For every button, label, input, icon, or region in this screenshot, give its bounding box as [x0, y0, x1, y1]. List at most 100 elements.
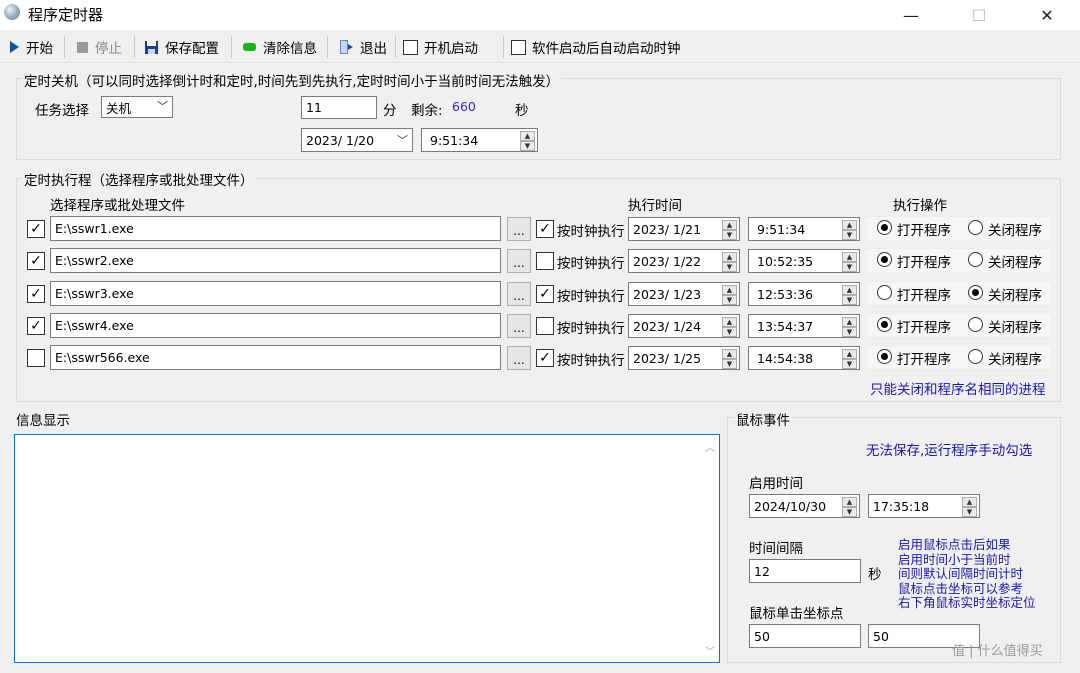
date-spinner[interactable]: ▲ ▼: [842, 497, 857, 517]
by-clock-checkbox[interactable]: ✓: [536, 285, 554, 303]
vertical-scrollbar[interactable]: ︿ ﹀: [704, 437, 718, 660]
program-path-input[interactable]: E:\sswr3.exe: [50, 281, 501, 306]
date-spinner[interactable]: ▲ ▼: [722, 317, 737, 337]
row-date-input[interactable]: 2023/ 1/21 ▲ ▼: [628, 217, 740, 241]
by-clock-label: 按时钟执行: [557, 289, 625, 305]
time-spinner[interactable]: ▲ ▼: [520, 131, 535, 151]
start-button[interactable]: 开始: [8, 37, 53, 57]
coord-x-input[interactable]: 50: [749, 624, 861, 648]
clear-green-icon: [243, 43, 256, 51]
open-program-label: 打开程序: [897, 352, 951, 368]
row-time-input[interactable]: 10:52:35 ▲ ▼: [748, 249, 860, 273]
countdown-minutes-input[interactable]: 11: [301, 96, 377, 119]
close-program-radio[interactable]: [968, 317, 983, 332]
close-program-radio[interactable]: [968, 252, 983, 267]
stop-button[interactable]: 停止: [76, 37, 122, 57]
browse-button[interactable]: ...: [507, 346, 531, 370]
shutdown-time-input[interactable]: 9:51:34 ▲ ▼: [421, 128, 538, 152]
browse-button[interactable]: ...: [507, 282, 531, 306]
toolbar-separator: [231, 36, 232, 58]
save-config-button[interactable]: 保存配置: [144, 37, 219, 57]
time-spinner[interactable]: ▲ ▼: [842, 349, 857, 369]
by-clock-checkbox[interactable]: ✓: [536, 349, 554, 367]
time-spinner[interactable]: ▲ ▼: [842, 252, 857, 272]
save-disk-icon: [145, 40, 158, 54]
browse-button[interactable]: ...: [507, 314, 531, 338]
close-window-button[interactable]: ✕: [1024, 0, 1070, 30]
row-date-input[interactable]: 2023/ 1/23 ▲ ▼: [628, 282, 740, 306]
auto-timer-toggle[interactable]: 软件启动后自动启动时钟: [511, 37, 681, 57]
file-column-header: 选择程序或批处理文件: [50, 198, 185, 214]
by-clock-checkbox[interactable]: [536, 317, 554, 335]
clear-info-button[interactable]: 清除信息: [242, 37, 317, 57]
row-time-input[interactable]: 9:51:34 ▲ ▼: [748, 217, 860, 241]
open-program-radio[interactable]: [877, 220, 892, 235]
shutdown-legend: 定时关机（可以同时选择倒计时和定时,时间先到先执行,定时时间小于当前时间无法触发…: [22, 70, 562, 90]
toolbar-separator: [64, 36, 65, 58]
minimize-button[interactable]: —: [888, 0, 934, 30]
date-spinner[interactable]: ▲ ▼: [722, 220, 737, 240]
browse-button[interactable]: ...: [507, 249, 531, 273]
boot-start-checkbox[interactable]: [403, 39, 418, 55]
by-clock-label: 按时钟执行: [557, 256, 625, 272]
by-clock-checkbox[interactable]: [536, 252, 554, 270]
open-program-radio[interactable]: [877, 285, 892, 300]
row-enable-checkbox[interactable]: ✓: [27, 220, 45, 238]
row-date-input[interactable]: 2023/ 1/25 ▲ ▼: [628, 346, 740, 370]
mouse-event-legend: 鼠标事件: [734, 409, 792, 429]
window-title: 程序定时器: [28, 6, 104, 24]
app-icon: [4, 4, 20, 20]
program-path-input[interactable]: E:\sswr4.exe: [50, 313, 501, 338]
exit-button[interactable]: 退出: [338, 37, 387, 57]
time-spinner[interactable]: ▲ ▼: [842, 220, 857, 240]
close-program-radio[interactable]: [968, 349, 983, 364]
task-select-dropdown[interactable]: 关机 ﹀: [101, 96, 173, 118]
browse-button[interactable]: ...: [507, 217, 531, 241]
row-date-input[interactable]: 2023/ 1/24 ▲ ▼: [628, 314, 740, 338]
start-time-label: 启用时间: [749, 476, 803, 492]
program-path-input[interactable]: E:\sswr1.exe: [50, 216, 501, 241]
maximize-button[interactable]: ☐: [956, 0, 1002, 30]
close-program-label: 关闭程序: [988, 255, 1042, 271]
date-spinner[interactable]: ▲ ▼: [722, 285, 737, 305]
by-clock-label: 按时钟执行: [557, 224, 625, 240]
mouse-start-date-input[interactable]: 2024/10/30 ▲ ▼: [749, 494, 860, 518]
row-enable-checkbox[interactable]: ✓: [27, 252, 45, 270]
mouse-start-time-input[interactable]: 17:35:18 ▲ ▼: [868, 494, 980, 518]
interval-input[interactable]: 12: [749, 559, 861, 583]
program-path-input[interactable]: E:\sswr566.exe: [50, 345, 501, 370]
row-date-input[interactable]: 2023/ 1/22 ▲ ▼: [628, 249, 740, 273]
by-clock-checkbox[interactable]: ✓: [536, 220, 554, 238]
close-program-label: 关闭程序: [988, 352, 1042, 368]
program-path-input[interactable]: E:\sswr2.exe: [50, 248, 501, 273]
auto-timer-checkbox[interactable]: [511, 39, 526, 55]
row-time-input[interactable]: 12:53:36 ▲ ▼: [748, 282, 860, 306]
time-spinner[interactable]: ▲ ▼: [842, 317, 857, 337]
row-enable-checkbox[interactable]: ✓: [27, 317, 45, 335]
date-spinner[interactable]: ▲ ▼: [722, 252, 737, 272]
close-program-radio[interactable]: [968, 285, 983, 300]
open-program-radio[interactable]: [877, 317, 892, 332]
mouse-help-text: 启用鼠标点击后如果 启用时间小于当前时 间则默认间隔时间计时 鼠标点击坐标可以参…: [898, 537, 1036, 610]
mouse-save-note: 无法保存,运行程序手动勾选: [866, 443, 1033, 459]
shutdown-date-picker[interactable]: 2023/ 1/20 ﹀: [301, 128, 413, 152]
time-spinner[interactable]: ▲ ▼: [962, 497, 977, 517]
row-enable-checkbox[interactable]: ✓: [27, 285, 45, 303]
date-spinner[interactable]: ▲ ▼: [722, 349, 737, 369]
scroll-down-icon[interactable]: ﹀: [705, 643, 715, 658]
close-process-note: 只能关闭和程序名相同的进程: [870, 382, 1046, 398]
row-enable-checkbox[interactable]: [27, 349, 45, 367]
boot-start-toggle[interactable]: 开机启动: [403, 37, 478, 57]
close-program-radio[interactable]: [968, 220, 983, 235]
seconds-unit-label: 秒: [515, 103, 529, 119]
row-time-input[interactable]: 14:54:38 ▲ ▼: [748, 346, 860, 370]
toolbar-separator: [134, 36, 135, 58]
close-program-label: 关闭程序: [988, 320, 1042, 336]
info-textarea[interactable]: ︿ ﹀: [14, 434, 720, 663]
scroll-up-icon[interactable]: ︿: [705, 439, 715, 454]
interval-unit-label: 秒: [868, 567, 882, 583]
time-spinner[interactable]: ▲ ▼: [842, 285, 857, 305]
open-program-radio[interactable]: [877, 349, 892, 364]
open-program-radio[interactable]: [877, 252, 892, 267]
row-time-input[interactable]: 13:54:37 ▲ ▼: [748, 314, 860, 338]
